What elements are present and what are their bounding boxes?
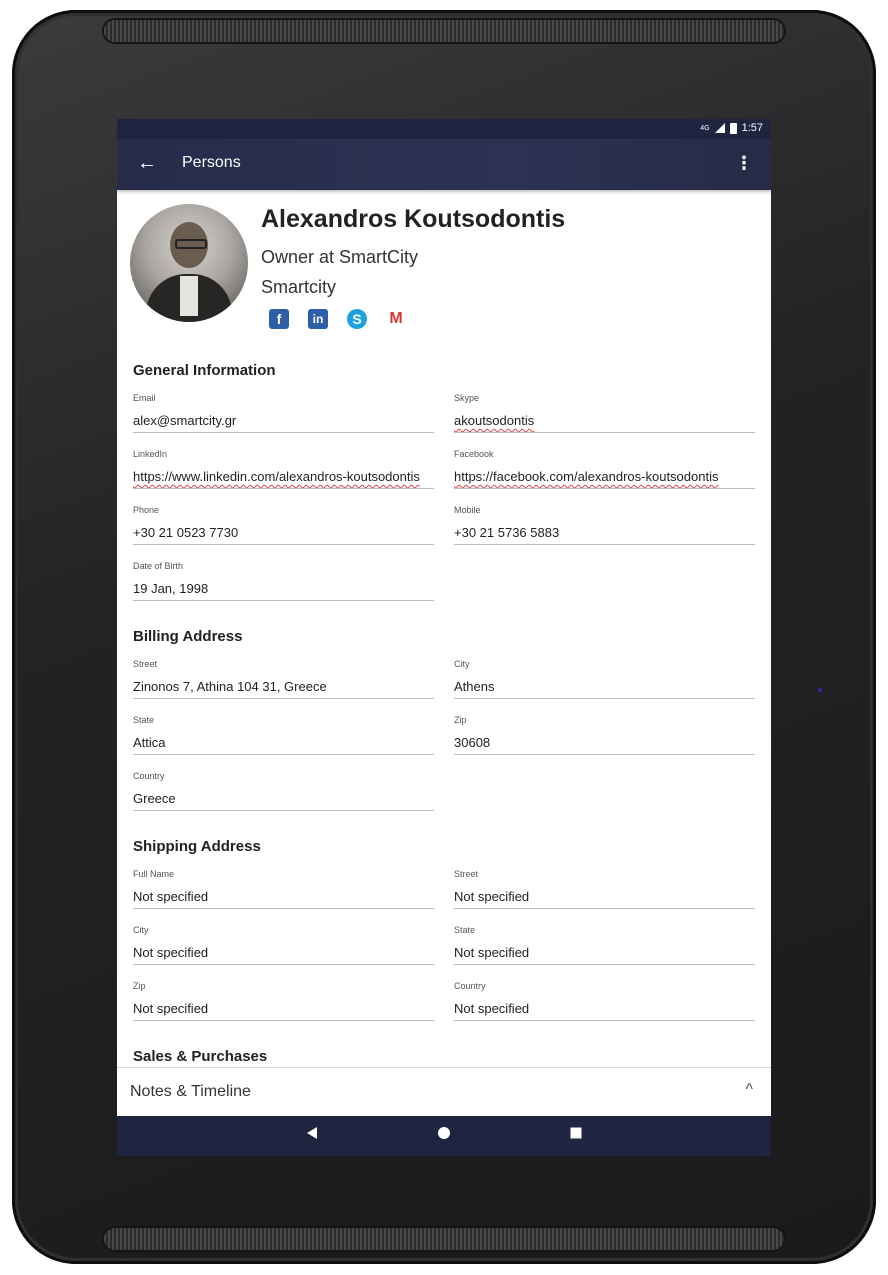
dob-value: 19 Jan, 1998 [133,575,434,601]
sensor-dot [818,688,822,692]
shipping-country-label: Country [454,981,486,991]
shipping-state-value: Not specified [454,939,755,965]
battery-icon [729,122,737,134]
more-vert-icon[interactable]: ⋮ [735,151,753,175]
signal-icon [714,123,725,133]
top-speaker-grille [104,20,784,42]
shipping-city-value: Not specified [133,939,434,965]
linkedin-label: LinkedIn [133,449,168,459]
phone-value: +30 21 0523 7730 [133,519,434,545]
notes-timeline-bar[interactable]: Notes & Timeline ^ [117,1067,771,1117]
shipping-street-field[interactable]: Street Not specified [454,869,755,909]
person-company: Smartcity [261,277,337,297]
billing-state-value: Attica [133,729,434,755]
shipping-country-field[interactable]: Country Not specified [454,981,755,1021]
notes-timeline-label: Notes & Timeline [130,1083,251,1100]
profile-content[interactable]: Alexandros Koutsodontis Owner at SmartCi… [117,190,771,1067]
shipping-fullname-label: Full Name [133,869,175,879]
app-bar: ← Persons ⋮ [117,139,771,190]
facebook-icon[interactable]: f [269,309,289,329]
social-links: f in S M [269,309,406,329]
facebook-value: https://facebook.com/alexandros-koutsodo… [454,463,755,489]
section-shipping-title: Shipping Address [133,838,261,855]
chevron-up-icon[interactable]: ^ [745,1081,753,1099]
person-role: Owner at SmartCity [261,247,419,267]
dob-label: Date of Birth [133,561,184,571]
skype-field[interactable]: Skype akoutsodontis [454,393,755,433]
email-field[interactable]: Email alex@smartcity.gr [133,393,434,433]
shipping-fullname-field[interactable]: Full Name Not specified [133,869,434,909]
bottom-speaker-grille [104,1228,784,1250]
status-time: 1:57 [741,122,763,134]
mobile-field[interactable]: Mobile +30 21 5736 5883 [454,505,755,545]
section-billing-title: Billing Address [133,628,243,645]
linkedin-field[interactable]: LinkedIn https://www.linkedin.com/alexan… [133,449,434,489]
billing-street-label: Street [133,659,158,669]
billing-state-field[interactable]: State Attica [133,715,434,755]
screen: 4G 1:57 ← Persons ⋮ Alexandros Koutsodon… [117,119,771,1156]
shipping-zip-field[interactable]: Zip Not specified [133,981,434,1021]
facebook-label: Facebook [454,449,494,459]
billing-city-field[interactable]: City Athens [454,659,755,699]
dob-field[interactable]: Date of Birth 19 Jan, 1998 [133,561,434,601]
linkedin-value: https://www.linkedin.com/alexandros-kout… [133,463,434,489]
phone-label: Phone [133,505,160,515]
person-name: Alexandros Koutsodontis [261,205,566,233]
billing-state-label: State [133,715,155,725]
skype-icon[interactable]: S [347,309,367,329]
avatar [130,204,248,322]
shipping-city-label: City [133,925,149,935]
shipping-fullname-value: Not specified [133,883,434,909]
section-general-title: General Information [133,362,276,379]
linkedin-icon[interactable]: in [308,309,328,329]
email-value: alex@smartcity.gr [133,407,434,433]
facebook-field[interactable]: Facebook https://facebook.com/alexandros… [454,449,755,489]
avatar-shirt [180,276,198,316]
gmail-icon[interactable]: M [386,309,406,329]
shipping-state-label: State [454,925,476,935]
shipping-zip-label: Zip [133,981,146,991]
shipping-city-field[interactable]: City Not specified [133,925,434,965]
email-label: Email [133,393,156,403]
billing-city-value: Athens [454,673,755,699]
nav-back-icon[interactable] [305,1126,319,1140]
phone-field[interactable]: Phone +30 21 0523 7730 [133,505,434,545]
shipping-state-field[interactable]: State Not specified [454,925,755,965]
shipping-country-value: Not specified [454,995,755,1021]
billing-country-label: Country [133,771,165,781]
shipping-street-value: Not specified [454,883,755,909]
status-bar: 4G 1:57 [117,119,771,139]
back-arrow-icon[interactable]: ← [137,151,157,175]
page-title: Persons [182,154,241,171]
skype-value: akoutsodontis [454,407,755,433]
network-label: 4G [700,124,710,132]
billing-street-field[interactable]: Street Zinonos 7, Athina 104 31, Greece [133,659,434,699]
billing-zip-field[interactable]: Zip 30608 [454,715,755,755]
skype-label: Skype [454,393,480,403]
section-sales-title: Sales & Purchases [133,1048,268,1065]
mobile-value: +30 21 5736 5883 [454,519,755,545]
shipping-zip-value: Not specified [133,995,434,1021]
billing-zip-label: Zip [454,715,467,725]
nav-recents-icon[interactable] [569,1126,583,1140]
system-nav-bar [117,1116,771,1156]
billing-zip-value: 30608 [454,729,755,755]
avatar-glasses [175,239,207,249]
billing-country-field[interactable]: Country Greece [133,771,434,811]
billing-street-value: Zinonos 7, Athina 104 31, Greece [133,673,434,699]
mobile-label: Mobile [454,505,481,515]
shipping-street-label: Street [454,869,479,879]
billing-city-label: City [454,659,470,669]
nav-home-icon[interactable] [437,1126,451,1140]
billing-country-value: Greece [133,785,434,811]
